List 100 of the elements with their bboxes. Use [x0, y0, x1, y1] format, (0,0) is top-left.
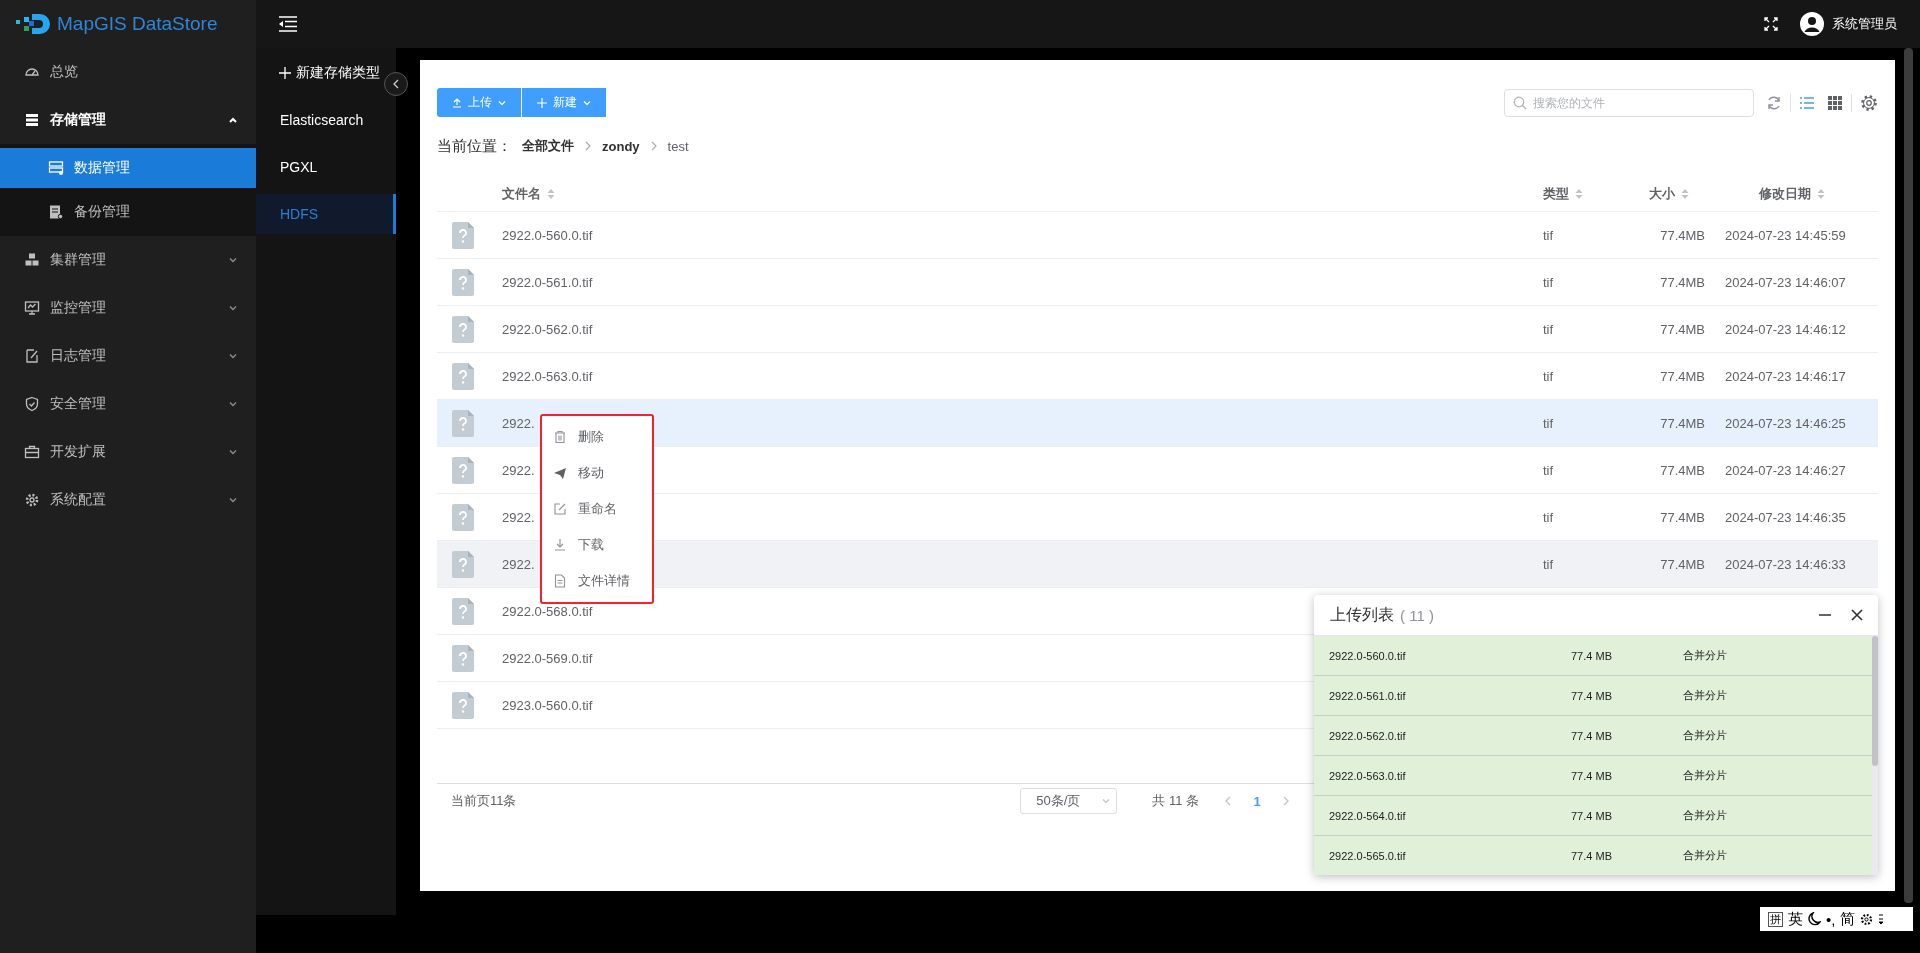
scrollbar[interactable]	[1872, 636, 1878, 766]
breadcrumb-item[interactable]: zondy	[602, 138, 640, 154]
file-size: 77.4 MB	[1571, 849, 1613, 862]
file-size: 77.4 MB	[1571, 809, 1613, 822]
table-cell: 2922.	[502, 509, 535, 525]
chevron-down-icon	[1101, 796, 1112, 806]
unknown-file-icon	[452, 550, 474, 578]
menu-icon[interactable]	[278, 16, 298, 32]
cubes-icon	[24, 252, 40, 268]
file-name: 2922.0-564.0.tif	[1329, 809, 1407, 822]
column-header[interactable]: 文件名	[502, 184, 541, 203]
sidebar-item[interactable]: 数据管理	[0, 148, 256, 188]
database-icon	[48, 160, 64, 176]
table-cell: 2922.	[502, 556, 535, 572]
sidebar-item[interactable]: 备份管理	[0, 192, 256, 232]
breadcrumb-item[interactable]: test	[667, 138, 689, 154]
ime-punctuation[interactable]: •,	[1826, 910, 1836, 928]
table-cell: 2922.0-563.0.tif	[502, 368, 593, 384]
search-field[interactable]: 搜索您的文件	[1504, 88, 1754, 117]
moon-icon[interactable]	[1808, 912, 1821, 926]
unknown-file-icon	[452, 409, 474, 437]
breadcrumb-item[interactable]: 全部文件	[522, 137, 574, 155]
grid-view-icon[interactable]	[1827, 94, 1843, 111]
sidebar-item[interactable]: 存储管理	[0, 96, 256, 144]
chevron-down-icon	[228, 255, 238, 265]
fullscreen-icon[interactable]	[1764, 17, 1778, 31]
sidebar-item[interactable]: 开发扩展	[0, 428, 256, 476]
chevron-right-icon	[584, 141, 592, 151]
upload-status: 合并分片	[1683, 688, 1728, 703]
paper-plane-icon	[553, 466, 567, 480]
ime-language[interactable]: 英	[1788, 909, 1803, 929]
table-cell: 77.4MB	[1660, 274, 1705, 290]
table-cell: 77.4MB	[1660, 509, 1705, 525]
unknown-file-icon	[452, 268, 474, 296]
avatar-icon	[1800, 12, 1824, 36]
settings-icon	[24, 492, 40, 508]
unknown-file-icon	[452, 221, 474, 249]
collapse-button[interactable]	[384, 72, 408, 96]
scrollbar[interactable]	[1904, 48, 1913, 903]
user-menu[interactable]: 系统管理员	[1800, 12, 1897, 36]
ime-script[interactable]: 简	[1840, 909, 1856, 929]
settings-icon[interactable]	[1860, 912, 1874, 926]
sidebar-item[interactable]: 系统配置	[0, 476, 256, 524]
table-row[interactable]: 2922.0-560.0.tif tif 77.4MB 2024-07-23 14:45:59	[437, 212, 1878, 259]
table-cell: 2024-07-23 14:46:17	[1725, 368, 1846, 384]
column-header[interactable]: 修改日期	[1758, 184, 1811, 203]
table-cell: 77.4MB	[1660, 368, 1705, 384]
list-view-icon[interactable]	[1799, 94, 1815, 111]
sidebar-item[interactable]: 监控管理	[0, 284, 256, 332]
edit-icon	[24, 348, 40, 364]
sidebar-item[interactable]: 安全管理	[0, 380, 256, 428]
close-icon[interactable]	[1850, 608, 1864, 622]
column-header[interactable]: 大小	[1649, 184, 1675, 203]
table-cell: 2923.0-560.0.tif	[502, 697, 593, 713]
settings-icon[interactable]	[1860, 93, 1878, 112]
page-size-select[interactable]: 50条/页	[1020, 788, 1118, 814]
document-icon	[48, 204, 64, 220]
column-header[interactable]: 类型	[1543, 184, 1569, 203]
table-cell: 77.4MB	[1660, 556, 1705, 572]
table-cell: 2024-07-23 14:46:27	[1725, 462, 1846, 478]
refresh-icon[interactable]	[1766, 94, 1782, 111]
table-cell: 2024-07-23 14:46:35	[1725, 509, 1846, 525]
page-summary: 当前页11条	[451, 792, 517, 810]
storage-type-item[interactable]: HDFS	[256, 194, 396, 234]
storage-type-item[interactable]: PGXL	[256, 147, 396, 187]
total-count: 共 11 条	[1152, 792, 1199, 810]
file-size: 77.4 MB	[1571, 729, 1613, 742]
table-cell: tif	[1543, 321, 1554, 337]
chevron-right-icon	[649, 141, 658, 151]
file-size: 77.4 MB	[1571, 689, 1613, 702]
download-icon	[553, 538, 567, 552]
storage-type-item[interactable]: Elasticsearch	[256, 100, 396, 140]
upload-icon	[451, 96, 463, 109]
file-name: 2922.0-562.0.tif	[1329, 729, 1407, 742]
file-name: 2922.0-560.0.tif	[1329, 649, 1407, 662]
context-menu-item[interactable]: 移动	[542, 455, 652, 491]
upload-status: 合并分片	[1683, 808, 1728, 823]
table-row[interactable]: 2922.0-561.0.tif tif 77.4MB 2024-07-23 14:46:07	[437, 259, 1878, 306]
table-cell: 77.4MB	[1660, 415, 1705, 431]
table-cell: tif	[1543, 274, 1554, 290]
document-icon	[553, 574, 567, 588]
table-row[interactable]: 2922.0-562.0.tif tif 77.4MB 2024-07-23 14:46:12	[437, 306, 1878, 353]
unknown-file-icon	[452, 644, 474, 672]
sidebar-item[interactable]: 集群管理	[0, 236, 256, 284]
table-cell: 2024-07-23 14:46:07	[1725, 274, 1846, 290]
trash-icon	[553, 430, 567, 444]
chevron-left-icon	[392, 79, 400, 89]
ime-mode[interactable]: 拼	[1768, 911, 1783, 927]
table-cell: 2024-07-23 14:46:12	[1725, 321, 1846, 337]
chevron-down-icon	[228, 399, 238, 409]
unknown-file-icon	[452, 315, 474, 343]
search-icon	[1513, 95, 1527, 110]
new-storage-type-button[interactable]: 新建存储类型	[256, 53, 380, 93]
file-size: 77.4 MB	[1571, 649, 1613, 662]
context-menu-item[interactable]: 重命名	[542, 491, 652, 527]
sidebar-item[interactable]: 日志管理	[0, 332, 256, 380]
sidebar-item[interactable]: 总览	[0, 48, 256, 96]
more-icon[interactable]	[1878, 913, 1885, 925]
table-cell: 2922.0-560.0.tif	[502, 227, 593, 243]
table-cell: 2922.0-569.0.tif	[502, 650, 593, 666]
